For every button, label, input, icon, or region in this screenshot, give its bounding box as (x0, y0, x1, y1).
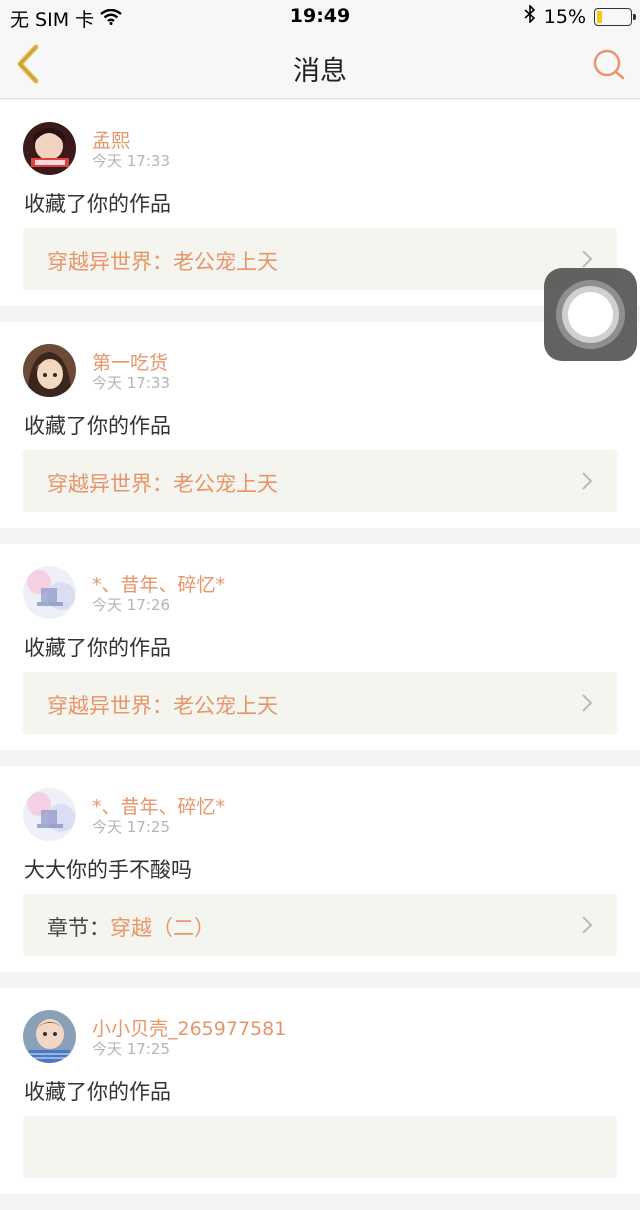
work-link-label: 章节：穿越（二） (47, 912, 215, 942)
work-title: 穿越异世界：老公宠上天 (47, 472, 278, 496)
chevron-right-icon (582, 694, 593, 712)
message-text: 收藏了你的作品 (24, 1080, 171, 1104)
work-title: 穿越异世界：老公宠上天 (47, 250, 278, 274)
chapter-title: 穿越（二） (110, 916, 215, 940)
message-feed: 孟熙 今天 17:33 收藏了你的作品 穿越异世界：老公宠上天 第一吃货 今天 … (0, 100, 640, 1210)
work-link-label: 穿越异世界：老公宠上天 (47, 690, 278, 720)
username[interactable]: 小小贝壳_265977581 (92, 1014, 286, 1041)
message-text: 大大你的手不酸吗 (24, 858, 192, 882)
search-button[interactable] (592, 48, 626, 82)
avatar[interactable] (23, 566, 76, 619)
chevron-right-icon (582, 916, 593, 934)
battery-icon (594, 7, 636, 26)
message-text: 收藏了你的作品 (24, 414, 171, 438)
nav-bar: 消息 (0, 32, 640, 99)
username[interactable]: *、昔年、碎忆* (92, 570, 225, 597)
work-link[interactable]: 穿越异世界：老公宠上天 (23, 228, 617, 290)
work-link[interactable] (23, 1116, 617, 1178)
message-card: 第一吃货 今天 17:33 收藏了你的作品 穿越异世界：老公宠上天 (0, 322, 640, 528)
message-card: 小小贝壳_265977581 今天 17:25 收藏了你的作品 (0, 988, 640, 1194)
chapter-link[interactable]: 章节：穿越（二） (23, 894, 617, 956)
chevron-right-icon (582, 250, 593, 268)
page-title: 消息 (293, 56, 347, 87)
username[interactable]: *、昔年、碎忆* (92, 792, 225, 819)
work-link[interactable]: 穿越异世界：老公宠上天 (23, 672, 617, 734)
chapter-prefix: 章节： (47, 916, 110, 940)
work-link[interactable]: 穿越异世界：老公宠上天 (23, 450, 617, 512)
work-link-label: 穿越异世界：老公宠上天 (47, 246, 278, 276)
search-icon (593, 49, 625, 80)
assistive-touch-button[interactable] (544, 268, 637, 361)
message-card: 孟熙 今天 17:33 收藏了你的作品 穿越异世界：老公宠上天 (0, 100, 640, 306)
timestamp: 今天 17:26 (92, 596, 170, 614)
work-title: 穿越异世界：老公宠上天 (47, 694, 278, 718)
message-text: 收藏了你的作品 (24, 636, 171, 660)
work-link-label: 穿越异世界：老公宠上天 (47, 468, 278, 498)
username[interactable]: 孟熙 (92, 126, 130, 153)
timestamp: 今天 17:33 (92, 152, 170, 170)
username[interactable]: 第一吃货 (92, 348, 168, 375)
chevron-right-icon (582, 472, 593, 490)
message-card: *、昔年、碎忆* 今天 17:26 收藏了你的作品 穿越异世界：老公宠上天 (0, 544, 640, 750)
avatar[interactable] (23, 1010, 76, 1063)
timestamp: 今天 17:33 (92, 374, 170, 392)
battery-fill (597, 10, 602, 23)
status-bar: 无 SIM 卡 19:49 15% (0, 0, 640, 32)
avatar[interactable] (23, 344, 76, 397)
timestamp: 今天 17:25 (92, 818, 170, 836)
assistive-touch-center (568, 292, 613, 337)
status-right: 15% (524, 4, 636, 28)
message-text: 收藏了你的作品 (24, 192, 171, 216)
bluetooth-icon (524, 4, 536, 28)
message-card: *、昔年、碎忆* 今天 17:25 大大你的手不酸吗 章节：穿越（二） (0, 766, 640, 972)
battery-percent: 15% (543, 5, 586, 28)
timestamp: 今天 17:25 (92, 1040, 170, 1058)
avatar[interactable] (23, 122, 76, 175)
avatar[interactable] (23, 788, 76, 841)
